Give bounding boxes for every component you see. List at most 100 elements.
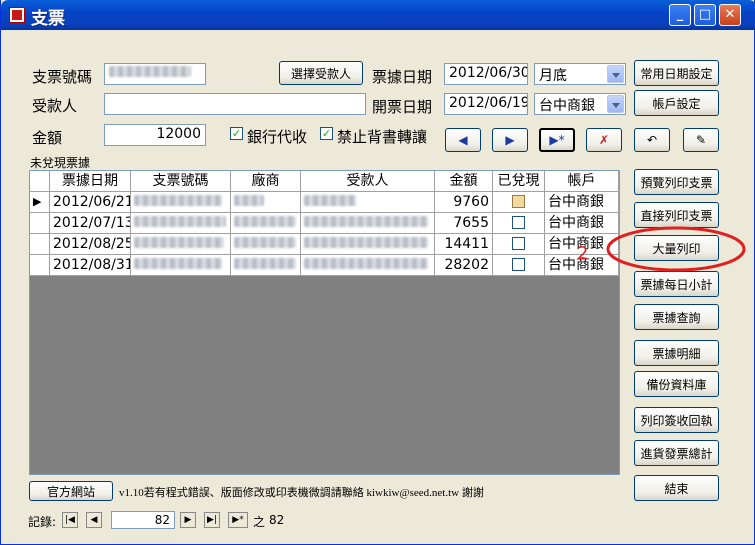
column-header[interactable]: 受款人 [301,171,435,192]
annotation-ellipse [606,226,746,272]
amount-cell[interactable]: 7655 [435,213,493,234]
footer-notice: v1.10若有程式錯誤、版面修改或印表機微調請聯絡 kiwkiw@seed.ne… [119,487,484,499]
check-no-cell[interactable] [131,192,231,213]
cashed-checkbox[interactable] [512,237,525,250]
official-website-button[interactable]: 官方網站 [29,481,113,501]
vendor-cell[interactable] [231,192,301,213]
maximize-icon[interactable]: □ [694,4,716,26]
bank-select-value: 台中商銀 [539,98,595,114]
checks-grid[interactable]: 票據日期 支票號碼 廠商 受款人 金額 已兌現 帳戶 ▶ 2012/06/21 … [29,170,620,475]
check-no-field[interactable] [104,63,206,85]
date-cell[interactable]: 2012/08/25 [50,234,131,255]
no-endorse-checkbox[interactable]: ✓ [320,127,333,140]
daily-subtotal-button[interactable]: 票據每日小計 [634,271,719,297]
date-cell[interactable]: 2012/07/13 [50,213,131,234]
vendor-cell[interactable] [231,234,301,255]
close-icon[interactable]: ✕ [719,4,741,26]
column-header[interactable]: 已兌現 [493,171,545,192]
account-cell[interactable]: 台中商銀 [545,192,619,213]
undo-icon[interactable]: ↶ [634,128,670,152]
row-selector-header [30,171,50,192]
check-no-cell[interactable] [131,213,231,234]
cashed-checkbox[interactable] [512,258,525,271]
print-receipt-button[interactable]: 列印簽收回執 [634,407,719,433]
select-payee-button[interactable]: 選擇受款人 [279,61,363,85]
last-record-icon[interactable]: ▶| [204,512,220,528]
column-header[interactable]: 金額 [435,171,493,192]
amount-cell[interactable]: 14411 [435,234,493,255]
preview-print-check-button[interactable]: 預覽列印支票 [634,169,719,195]
amount-cell[interactable]: 9760 [435,192,493,213]
cashed-cell[interactable] [493,213,545,234]
chevron-down-icon[interactable] [607,95,624,113]
app-icon [9,7,25,23]
save-edit-icon[interactable]: ✎ [683,128,719,152]
check-query-button[interactable]: 票據查詢 [634,304,719,330]
payee-cell[interactable] [301,213,435,234]
amount-label: 金額 [32,129,63,147]
column-header[interactable]: 帳戶 [545,171,619,192]
payee-cell[interactable] [301,234,435,255]
payee-cell[interactable] [301,255,435,276]
table-row[interactable]: 2012/08/31 28202 台中商銀 [30,255,619,276]
bank-collect-checkbox[interactable]: ✓ [230,127,243,140]
issue-date-label: 開票日期 [372,98,433,116]
table-row[interactable]: ▶ 2012/06/21 9760 台中商銀 [30,192,619,213]
record-number-field[interactable]: 82 [111,511,175,529]
cashed-cell[interactable] [493,192,545,213]
next-record-nav-icon[interactable]: ▶ [180,512,196,528]
row-selector[interactable] [30,234,50,255]
payee-cell[interactable] [301,192,435,213]
payee-label: 受款人 [32,97,78,115]
bank-select[interactable]: 台中商銀 [534,93,626,115]
prev-record-icon[interactable]: ◀ [445,128,481,152]
bank-collect-label: 銀行代收 [247,128,308,146]
vendor-cell[interactable] [231,255,301,276]
issue-date-field[interactable]: 2012/06/19 [444,93,528,115]
backup-database-button[interactable]: 備份資料庫 [634,371,719,397]
minimize-icon[interactable]: _ [669,4,691,26]
cashed-cell[interactable] [493,234,545,255]
amount-cell[interactable]: 28202 [435,255,493,276]
row-selector[interactable] [30,213,50,234]
new-record-icon[interactable]: ▶* [539,128,575,152]
title-bar[interactable]: 支票 _ □ ✕ [1,0,755,30]
grid-header: 票據日期 支票號碼 廠商 受款人 金額 已兌現 帳戶 [30,171,619,192]
period-select[interactable]: 月底 [534,63,626,85]
next-record-icon[interactable]: ▶ [492,128,528,152]
check-detail-button[interactable]: 票據明細 [634,340,719,366]
purchase-invoice-total-button[interactable]: 進貨發票總計 [634,440,719,466]
cashed-checkbox[interactable] [512,216,525,229]
payee-field[interactable] [104,93,366,115]
exit-button[interactable]: 結束 [634,475,719,501]
date-cell[interactable]: 2012/08/31 [50,255,131,276]
check-no-cell[interactable] [131,234,231,255]
record-of-label: 之 [253,515,266,529]
grid-caption: 未兌現票據 [30,156,91,170]
table-row[interactable]: 2012/07/13 7655 台中商銀 [30,213,619,234]
column-header[interactable]: 廠商 [231,171,301,192]
amount-field[interactable]: 12000 [104,124,206,146]
delete-record-icon[interactable]: ✗ [586,128,622,152]
chevron-down-icon[interactable] [607,65,624,83]
column-header[interactable]: 支票號碼 [131,171,231,192]
annotation-number: 2 [577,243,589,264]
account-setting-button[interactable]: 帳戶設定 [634,90,719,116]
check-window: 支票 _ □ ✕ 支票號碼 選擇受款人 票據日期 2012/06/30 月底 常… [0,0,755,545]
first-record-icon[interactable]: |◀ [62,512,78,528]
vendor-cell[interactable] [231,213,301,234]
check-date-label: 票據日期 [372,68,433,86]
period-select-value: 月底 [539,68,567,84]
row-selector[interactable] [30,255,50,276]
column-header[interactable]: 票據日期 [50,171,131,192]
check-date-field[interactable]: 2012/06/30 [444,63,528,85]
cashed-cell[interactable] [493,255,545,276]
table-row[interactable]: 2012/08/25 14411 台中商銀 [30,234,619,255]
check-no-cell[interactable] [131,255,231,276]
new-record-nav-icon[interactable]: ▶* [228,512,248,528]
cashed-checkbox[interactable] [512,195,525,208]
common-date-setting-button[interactable]: 常用日期設定 [634,60,719,86]
date-cell[interactable]: 2012/06/21 [50,192,131,213]
no-endorse-label: 禁止背書轉讓 [337,128,428,146]
prev-record-nav-icon[interactable]: ◀ [86,512,102,528]
